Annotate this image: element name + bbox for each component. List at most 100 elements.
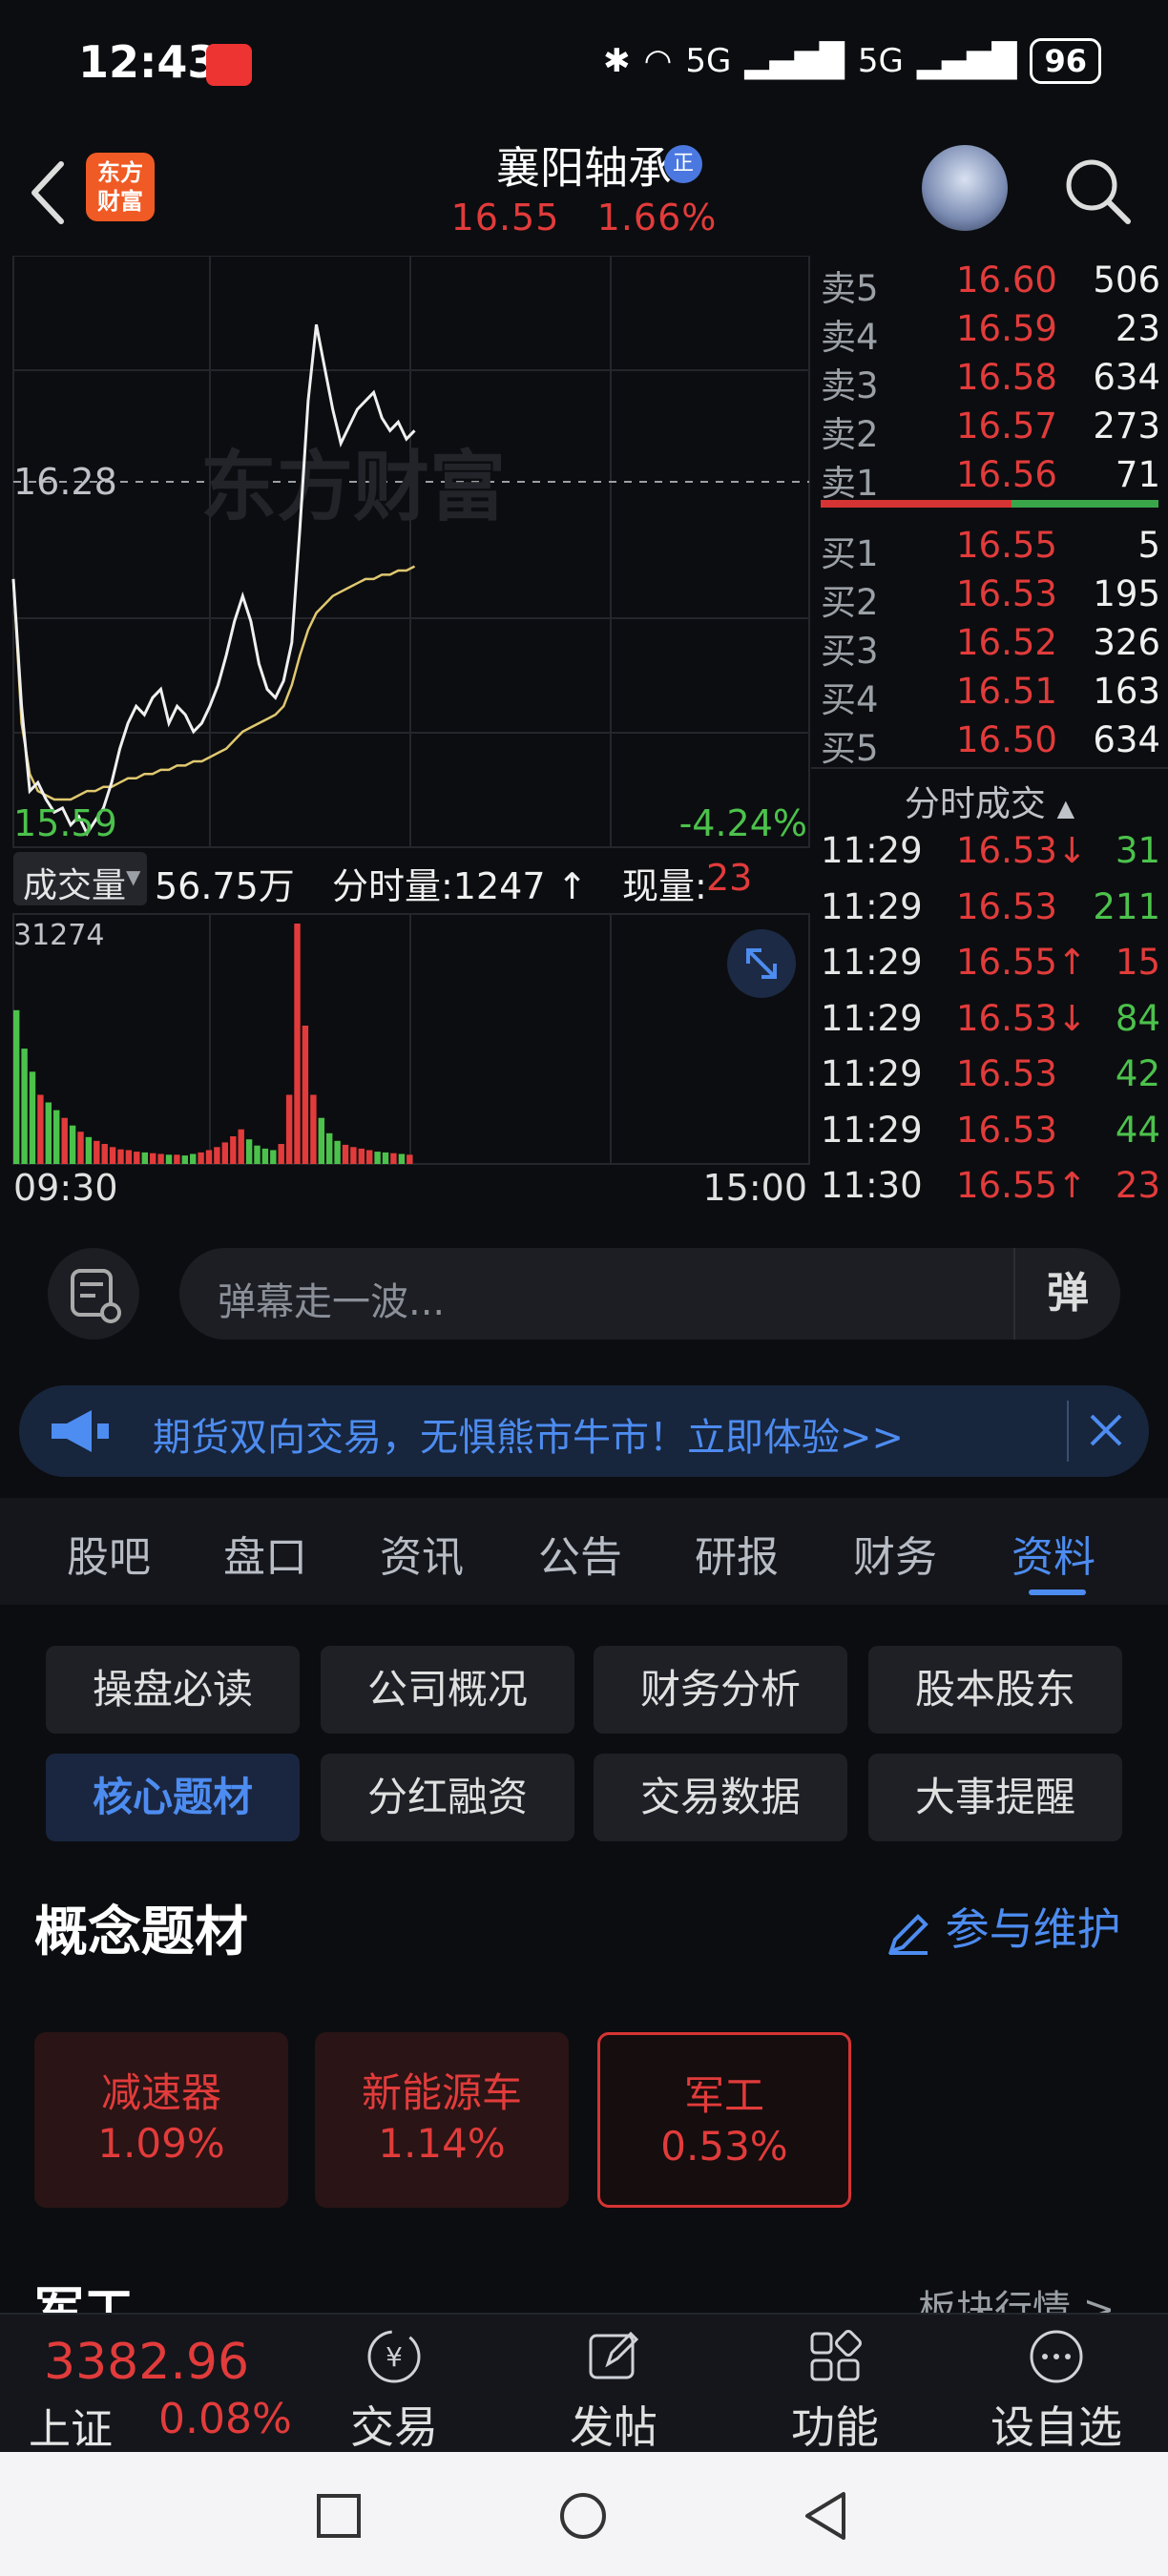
trade-time: 11:29 xyxy=(821,830,923,871)
tab-research[interactable]: 研报 xyxy=(695,1523,779,1584)
index-value: 3382.96 xyxy=(44,2334,250,2391)
volume-bar xyxy=(214,1147,220,1164)
nav-trade[interactable]: ¥ 交易 xyxy=(313,2326,475,2456)
assistant-robot-icon[interactable] xyxy=(922,145,1008,231)
ask-level: 卖2 xyxy=(821,414,879,455)
grid-icon xyxy=(810,2330,862,2381)
bid-row: 买5 16.50 634 xyxy=(811,719,1168,769)
ask-volume: 634 xyxy=(1093,357,1160,398)
volume-bar xyxy=(21,1049,28,1164)
intraday-chart[interactable]: 东方财富 16.28 15.59 -4.24% 31274 09:30 15:0… xyxy=(0,255,811,1219)
back-nav-icon[interactable] xyxy=(802,2490,849,2542)
signal-label-1: 5G xyxy=(685,42,732,80)
tab-guba[interactable]: 股吧 xyxy=(67,1523,151,1584)
danmu-input[interactable]: 弹幕走一波... 弹 xyxy=(179,1248,1120,1340)
concept-name: 新能源车 xyxy=(361,2069,522,2116)
chart-watermark: 东方财富 xyxy=(200,443,506,531)
sub-btn-must-read[interactable]: 操盘必读 xyxy=(46,1646,300,1734)
ad-close-button[interactable] xyxy=(1067,1401,1130,1462)
ask-level: 卖4 xyxy=(821,317,879,358)
trades-header[interactable]: 分时成交 ▲ xyxy=(811,775,1168,826)
tab-profile[interactable]: 资料 xyxy=(1012,1523,1095,1584)
sub-btn-financial-analysis[interactable]: 财务分析 xyxy=(594,1646,847,1734)
concept-change: 1.09% xyxy=(97,2120,225,2167)
volume-bar xyxy=(398,1153,406,1164)
ask-volume: 506 xyxy=(1093,260,1160,301)
volume-bar xyxy=(230,1136,237,1164)
danmu-placeholder: 弹幕走一波... xyxy=(218,1280,446,1324)
concept-name: 军工 xyxy=(683,2072,764,2119)
trade-row: 11:29 16.55↑ 15 xyxy=(811,942,1168,997)
ask-price: 16.59 xyxy=(956,308,1057,349)
volume-bar xyxy=(29,1071,36,1164)
order-book: 卖5 16.60 506 卖4 16.59 23 卖3 16.58 634 卖2 16.57 273 卖… xyxy=(811,256,1168,1219)
status-icons: ✱ ◠ 5G ▂▄▆█ 5G ▂▄▆█ 96 xyxy=(603,38,1101,84)
tab-news[interactable]: 资讯 xyxy=(380,1523,464,1584)
index-widget[interactable]: 3382.96 上证 0.08% xyxy=(0,2315,324,2454)
nav-post-label: 发帖 xyxy=(570,2401,657,2453)
maintain-link[interactable]: 参与维护 xyxy=(884,1895,1121,1958)
trade-price: 16.53↓ xyxy=(956,997,1087,1039)
volume-bar xyxy=(174,1154,180,1164)
recents-icon[interactable] xyxy=(315,2492,363,2540)
status-time: 12:43 xyxy=(78,36,219,88)
compose-icon xyxy=(589,2331,639,2379)
close-icon xyxy=(1090,1414,1122,1446)
volume-bar xyxy=(77,1132,84,1164)
volume-bar xyxy=(205,1150,213,1164)
volume-bar xyxy=(238,1129,244,1164)
megaphone-icon xyxy=(52,1410,109,1452)
tab-pankou[interactable]: 盘口 xyxy=(223,1523,307,1584)
volume-bar xyxy=(13,1009,20,1164)
volume-bar xyxy=(109,1147,116,1164)
concept-card[interactable]: 减速器 1.09% xyxy=(34,2032,288,2208)
volume-bar xyxy=(181,1155,188,1164)
ad-banner[interactable]: 期货双向交易，无惧熊市牛市！立即体验>> xyxy=(19,1385,1149,1477)
volume-bar xyxy=(165,1154,173,1164)
caret-up-icon: ▲ xyxy=(1056,795,1075,821)
sub-btn-company-overview[interactable]: 公司概况 xyxy=(321,1646,574,1734)
nav-post[interactable]: 发帖 xyxy=(532,2326,695,2456)
expand-icon xyxy=(746,948,777,979)
bid-row: 买3 16.52 326 xyxy=(811,622,1168,672)
concept-card-selected[interactable]: 军工 0.53% xyxy=(597,2032,851,2208)
nav-features[interactable]: 功能 xyxy=(754,2326,916,2456)
volume-bar xyxy=(350,1147,357,1164)
trade-row: 11:29 16.53 44 xyxy=(811,1110,1168,1165)
bid-price: 16.52 xyxy=(956,622,1057,663)
home-icon[interactable] xyxy=(557,2490,609,2542)
volume-bar xyxy=(101,1144,108,1164)
nav-add-watchlist[interactable]: 设自选 xyxy=(975,2326,1137,2456)
sub-btn-events[interactable]: 大事提醒 xyxy=(868,1754,1122,1841)
bid-volume: 634 xyxy=(1093,719,1160,760)
tab-finance[interactable]: 财务 xyxy=(853,1523,937,1584)
bid-row: 买1 16.55 5 xyxy=(811,525,1168,574)
ask-volume: 23 xyxy=(1115,308,1160,349)
volume-bar xyxy=(198,1152,204,1164)
trade-volume: 15 xyxy=(1115,942,1160,983)
bid-price: 16.53 xyxy=(956,573,1057,614)
sub-btn-trading-data[interactable]: 交易数据 xyxy=(594,1754,847,1841)
volume-bar xyxy=(342,1144,349,1164)
trade-price: 16.53↓ xyxy=(956,830,1087,871)
sub-btn-shareholders[interactable]: 股本股东 xyxy=(868,1646,1122,1734)
maintain-label: 参与维护 xyxy=(945,1903,1121,1955)
expand-button[interactable] xyxy=(727,929,796,998)
bid-row: 买4 16.51 163 xyxy=(811,671,1168,720)
trade-price: 16.55↑ xyxy=(956,942,1087,983)
sub-btn-dividends[interactable]: 分红融资 xyxy=(321,1754,574,1841)
trade-time: 11:29 xyxy=(821,1109,923,1151)
active-tab-indicator xyxy=(1029,1589,1086,1595)
time-start-label: 09:30 xyxy=(13,1167,118,1209)
danmu-settings-button[interactable] xyxy=(48,1248,139,1340)
volume-bar xyxy=(358,1148,365,1164)
sub-btn-core-themes[interactable]: 核心题材 xyxy=(46,1754,300,1841)
ask-price: 16.60 xyxy=(956,260,1057,301)
search-button[interactable] xyxy=(1059,153,1136,229)
tab-announcements[interactable]: 公告 xyxy=(538,1523,622,1584)
concept-card[interactable]: 新能源车 1.14% xyxy=(315,2032,569,2208)
volume-selector[interactable]: 成交量 ▼ xyxy=(13,852,147,905)
danmu-toggle-button[interactable]: 弹 xyxy=(1013,1248,1120,1340)
price-value: 16.55 xyxy=(450,197,560,239)
concept-name: 减速器 xyxy=(100,2069,221,2116)
